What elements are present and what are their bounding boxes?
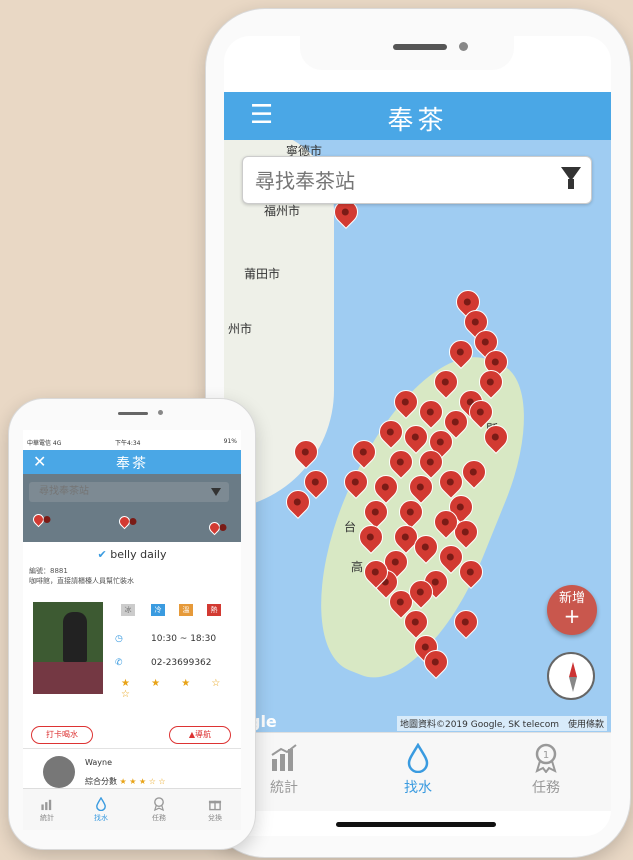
tab-bar: 統計 找水 1 任務 bbox=[224, 732, 611, 811]
tab-find-water-label: 找水 bbox=[404, 780, 432, 796]
speaker-icon bbox=[118, 412, 148, 415]
station-description: 咖啡館，直接請櫃檯人員幫忙裝水 bbox=[29, 577, 134, 585]
small-phone-screen: 中華電信 4G 下午4:34 91% ✕ 奉茶 ✔ belly daily 編號… bbox=[23, 430, 241, 830]
tab-missions[interactable]: 任務 bbox=[139, 797, 179, 823]
navigate-button[interactable]: ▲導航 bbox=[169, 726, 231, 744]
city-label: 州市 bbox=[228, 322, 253, 336]
compass-needle-south bbox=[569, 677, 577, 692]
svg-text:1: 1 bbox=[543, 750, 549, 761]
map-view[interactable]: 寧德市 福州市 莆田市 州市 台 高 縣 新增 + ogle 地圖資料©2019… bbox=[224, 140, 611, 732]
divider bbox=[23, 748, 241, 749]
add-station-button[interactable]: 新增 + bbox=[547, 585, 597, 635]
tab-missions[interactable]: 1 任務 bbox=[496, 743, 596, 797]
map-pin[interactable] bbox=[116, 513, 133, 530]
tab-stats-label: 統計 bbox=[40, 814, 54, 822]
chip-cold: 冷 bbox=[151, 604, 165, 616]
tab-redeem[interactable]: 兌換 bbox=[195, 797, 235, 823]
clock-icon: ◷ bbox=[115, 634, 123, 644]
chip-hot: 熱 bbox=[207, 604, 221, 616]
tab-find-water[interactable]: 找水 bbox=[81, 797, 121, 823]
search-bar bbox=[242, 156, 592, 204]
station-name: belly daily bbox=[110, 548, 167, 561]
app-title: 奉茶 bbox=[387, 106, 448, 136]
camera-icon bbox=[158, 410, 163, 415]
tab-missions-label: 任務 bbox=[152, 814, 166, 822]
station-photo[interactable] bbox=[33, 602, 103, 694]
city-label: 台 bbox=[344, 520, 357, 534]
medal-icon: 1 bbox=[535, 743, 557, 773]
home-indicator[interactable] bbox=[336, 822, 496, 827]
camera-icon bbox=[459, 42, 468, 51]
clock: 下午4:34 bbox=[115, 440, 141, 447]
score-label: 綜合分數 bbox=[85, 777, 117, 786]
search-input[interactable] bbox=[37, 485, 191, 498]
station-name-row: ✔ belly daily bbox=[23, 548, 241, 561]
map-pin[interactable] bbox=[30, 511, 47, 528]
phone-number[interactable]: 02-23699362 bbox=[151, 658, 212, 668]
avatar[interactable] bbox=[43, 756, 75, 788]
map-view[interactable] bbox=[23, 474, 241, 542]
chip-ice: 冰 bbox=[121, 604, 135, 616]
city-label: 高 bbox=[351, 560, 364, 574]
medal-icon bbox=[153, 797, 165, 811]
battery: 91% bbox=[223, 438, 237, 445]
map-pin[interactable] bbox=[206, 519, 223, 536]
phone-row: ✆ 02-23699362 bbox=[115, 658, 212, 668]
checkin-button[interactable]: 打卡喝水 bbox=[31, 726, 93, 744]
score-stars: ★ ★ ★ ☆ ☆ bbox=[119, 777, 166, 786]
app-title: 奉茶 bbox=[116, 456, 148, 472]
station-id: 編號：8881 bbox=[29, 567, 68, 575]
large-phone-screen: ☰ 奉茶 寧德市 福州市 莆田市 州市 台 高 縣 新增 + ogle 地圖資料… bbox=[224, 36, 611, 836]
carrier: 中華電信 4G bbox=[27, 440, 62, 447]
verified-icon: ✔ bbox=[97, 548, 107, 561]
plus-icon: + bbox=[563, 604, 581, 628]
station-detail-card: ✔ belly daily 編號：8881 咖啡館，直接請櫃檯人員幫忙裝水 冰 … bbox=[23, 542, 241, 720]
compass-icon[interactable] bbox=[547, 652, 595, 700]
gift-icon bbox=[208, 800, 222, 811]
city-label: 莆田市 bbox=[244, 267, 281, 281]
compass-needle-north bbox=[569, 662, 577, 677]
chart-icon bbox=[41, 799, 52, 811]
chart-icon bbox=[271, 744, 297, 771]
review-score-row: 綜合分數 ★ ★ ★ ☆ ☆ bbox=[85, 776, 166, 787]
search-input[interactable] bbox=[253, 165, 547, 197]
tab-stats[interactable]: 統計 bbox=[27, 797, 67, 823]
phone-notch bbox=[300, 36, 514, 70]
speaker-icon bbox=[393, 44, 447, 50]
tab-bar: 統計 找水 任務 兌換 bbox=[23, 788, 241, 830]
review-user-name: Wayne bbox=[85, 758, 113, 767]
phone-icon: ✆ bbox=[115, 658, 123, 668]
water-drop-icon bbox=[407, 743, 429, 773]
station-rating: ★ ★ ★ ☆ ☆ bbox=[121, 678, 230, 700]
hours-row: ◷ 10:30 ~ 18:30 bbox=[115, 634, 216, 644]
chip-warm: 溫 bbox=[179, 604, 193, 616]
app-header: ☰ 奉茶 bbox=[224, 92, 611, 140]
search-bar bbox=[29, 482, 229, 502]
tab-missions-label: 任務 bbox=[532, 780, 560, 796]
filter-icon[interactable] bbox=[561, 167, 581, 189]
water-drop-icon bbox=[96, 797, 106, 811]
filter-icon[interactable] bbox=[211, 488, 221, 496]
city-label: 福州市 bbox=[264, 204, 301, 218]
app-header: ✕ 奉茶 bbox=[23, 450, 241, 474]
opening-hours: 10:30 ~ 18:30 bbox=[151, 634, 217, 644]
tab-find-water-label: 找水 bbox=[94, 814, 108, 822]
map-attribution[interactable]: 地圖資料©2019 Google, SK telecom 使用條款 bbox=[396, 716, 607, 731]
status-bar: 中華電信 4G 下午4:34 91% bbox=[23, 436, 241, 448]
tab-stats-label: 統計 bbox=[270, 780, 298, 796]
tab-find-water[interactable]: 找水 bbox=[368, 743, 468, 797]
tab-redeem-label: 兌換 bbox=[208, 814, 222, 822]
